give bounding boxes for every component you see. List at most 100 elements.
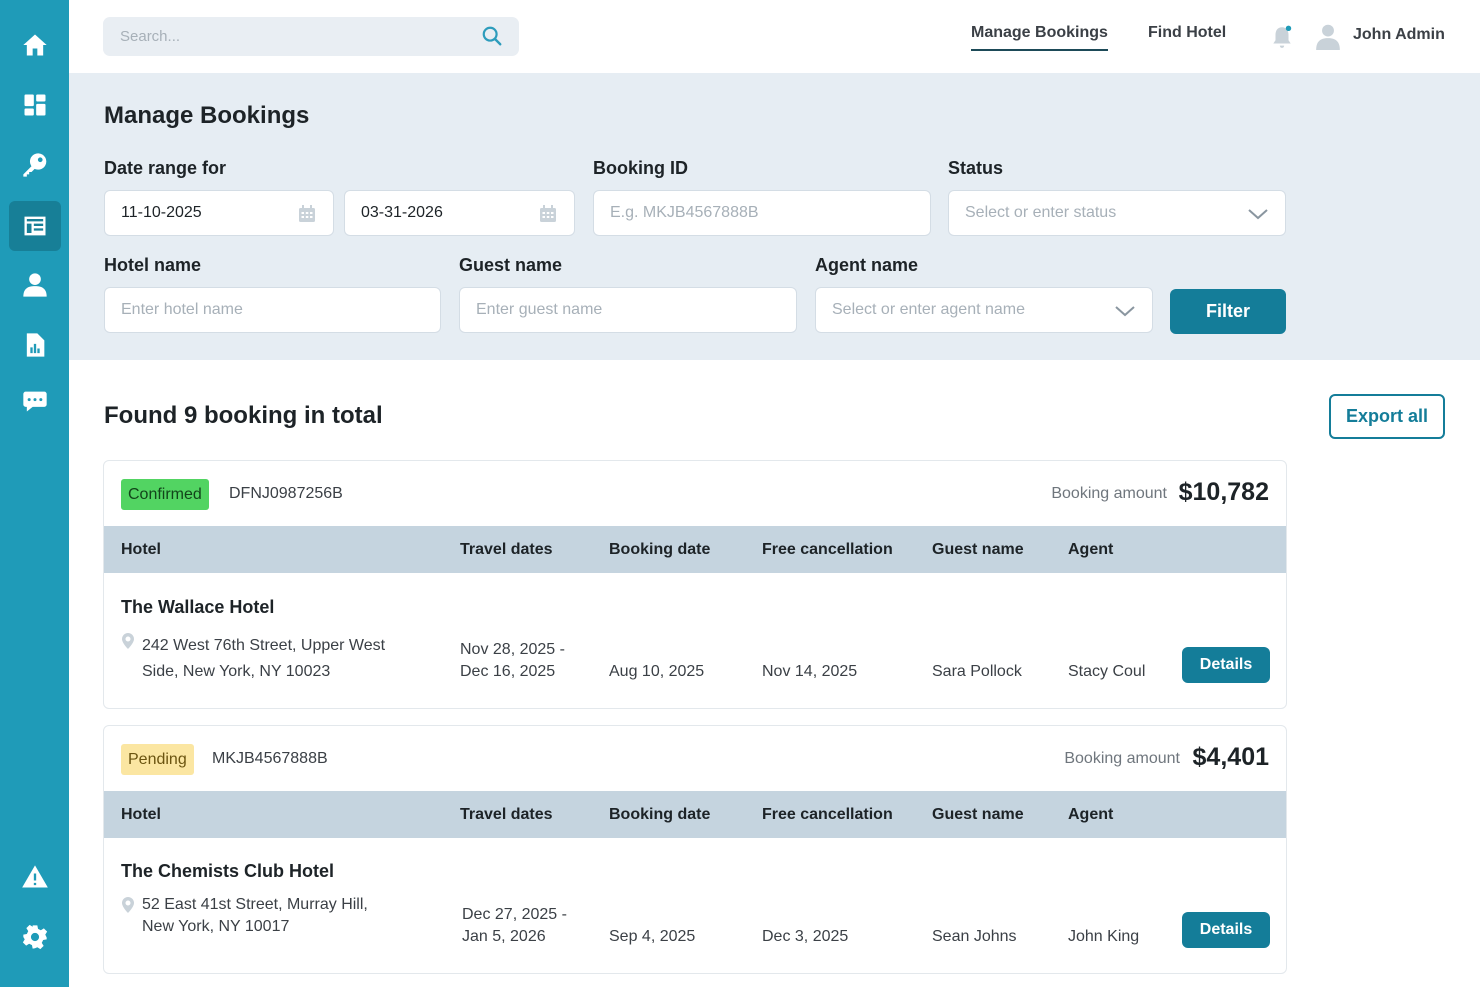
guest-name: Sean Johns [932,928,1017,945]
column-booking-date: Booking date [609,541,711,558]
guest-name: Sara Pollock [932,663,1022,680]
hotel-name-label: Hotel name [104,255,202,275]
status-input[interactable] [949,191,1285,235]
travel-from: Dec 27, 2025 - [462,906,567,923]
booking-id-input[interactable] [594,191,930,235]
export-all-button[interactable]: Export all [1329,394,1445,439]
page-title: Manage Bookings [104,102,310,129]
gear-icon [22,924,48,950]
status-badge: Pending [121,744,194,775]
travel-from: Nov 28, 2025 - [460,641,565,658]
column-free-cancellation: Free cancellation [762,541,893,558]
column-guest-name: Guest name [932,806,1024,823]
booking-card: Pending MKJB4567888B Booking amount $4,4… [103,725,1287,974]
sidebar-item-messages[interactable] [9,376,61,426]
booking-amount: $10,782 [1178,478,1269,506]
user-name[interactable]: John Admin [1353,26,1445,44]
amount-label: Booking amount [1064,750,1180,767]
details-button[interactable]: Details [1182,912,1270,948]
agent-input[interactable] [816,288,1152,332]
search-input[interactable] [103,17,473,56]
calendar-icon[interactable] [538,204,558,224]
travel-dates: Dec 27, 2025 - Jan 5, 2026 [462,904,567,948]
free-cancellation-date: Nov 14, 2025 [762,663,858,680]
report-icon [26,333,45,357]
chevron-down-icon[interactable] [1247,205,1269,223]
top-bar: Manage Bookings Find Hotel John Admin [69,0,1480,73]
hotel-name[interactable]: The Wallace Hotel [121,597,274,618]
hotel-address: 242 West 76th Street, Upper West Side, N… [142,633,422,685]
table-header: Hotel Travel dates Booking date Free can… [104,791,1286,838]
travel-to: Dec 16, 2025 [460,663,556,680]
bell-icon[interactable] [1269,24,1295,50]
column-agent: Agent [1068,541,1114,558]
guest-name-field [459,287,797,333]
filter-panel: Manage Bookings Date range for Booking I… [69,73,1480,360]
column-hotel: Hotel [121,806,161,823]
details-button[interactable]: Details [1182,647,1270,683]
hotel-name-field [104,287,441,333]
booking-date: Aug 10, 2025 [609,663,705,680]
sidebar-item-users[interactable] [9,260,61,310]
hotel-name[interactable]: The Chemists Club Hotel [121,861,334,882]
column-travel-dates: Travel dates [460,806,553,823]
home-icon [23,34,47,56]
amount-label: Booking amount [1051,485,1167,502]
address-line: Side, New York, NY 10023 [142,663,331,680]
status-label: Status [948,158,1004,178]
booking-id-field [593,190,931,236]
bookings-icon [24,216,46,236]
results-count: Found 9 booking in total [104,402,383,429]
booking-date: Sep 4, 2025 [609,928,696,945]
nav-manage-bookings[interactable]: Manage Bookings [971,24,1108,51]
chevron-down-icon[interactable] [1114,302,1136,320]
avatar-icon[interactable] [1315,22,1341,50]
warning-icon [22,865,48,888]
agent-name-label: Agent name [815,255,919,275]
calendar-icon[interactable] [297,204,317,224]
column-hotel: Hotel [121,541,161,558]
address-line: New York, NY 10017 [142,918,290,935]
search-icon[interactable] [481,25,503,47]
sidebar-item-settings[interactable] [9,912,61,962]
booking-amount: $4,401 [1192,743,1269,771]
dashboard-icon [24,94,46,116]
user-icon [23,273,47,297]
location-pin-icon [122,897,134,913]
sidebar-item-reports[interactable] [9,320,61,370]
booking-card: Confirmed DFNJ0987256B Booking amount $1… [103,460,1287,709]
sidebar-item-home[interactable] [9,20,61,70]
status-select[interactable] [948,190,1286,236]
travel-to: Jan 5, 2026 [462,928,546,945]
guest-name-label: Guest name [459,255,563,275]
free-cancellation-date: Dec 3, 2025 [762,928,849,945]
date-from-field [104,190,334,236]
key-icon [23,153,47,177]
column-free-cancellation: Free cancellation [762,806,893,823]
filter-button[interactable]: Filter [1170,289,1286,334]
search-box [103,17,519,56]
sidebar-item-bookings[interactable] [9,201,61,251]
agent-name: John King [1068,928,1140,945]
date-to-field [344,190,575,236]
sidebar-item-dashboard[interactable] [9,80,61,130]
booking-id-label: Booking ID [593,158,688,178]
table-header: Hotel Travel dates Booking date Free can… [104,526,1286,573]
status-badge: Confirmed [121,479,209,510]
nav-find-hotel[interactable]: Find Hotel [1148,24,1226,42]
address-line: 242 West 76th Street, Upper West [142,637,386,654]
column-guest-name: Guest name [932,541,1024,558]
hotel-name-input[interactable] [105,288,440,332]
guest-name-input[interactable] [460,288,796,332]
column-travel-dates: Travel dates [460,541,553,558]
location-pin-icon [122,633,134,649]
agent-select[interactable] [815,287,1153,333]
booking-id: DFNJ0987256B [229,485,343,502]
sidebar-item-alerts[interactable] [9,852,61,902]
chat-icon [23,391,47,412]
agent-name: Stacy Coul [1068,663,1146,680]
address-line: 52 East 41st Street, Murray Hill, [142,896,368,913]
sidebar [0,0,69,987]
sidebar-item-keys[interactable] [9,140,61,190]
date-range-label: Date range for [104,158,227,178]
